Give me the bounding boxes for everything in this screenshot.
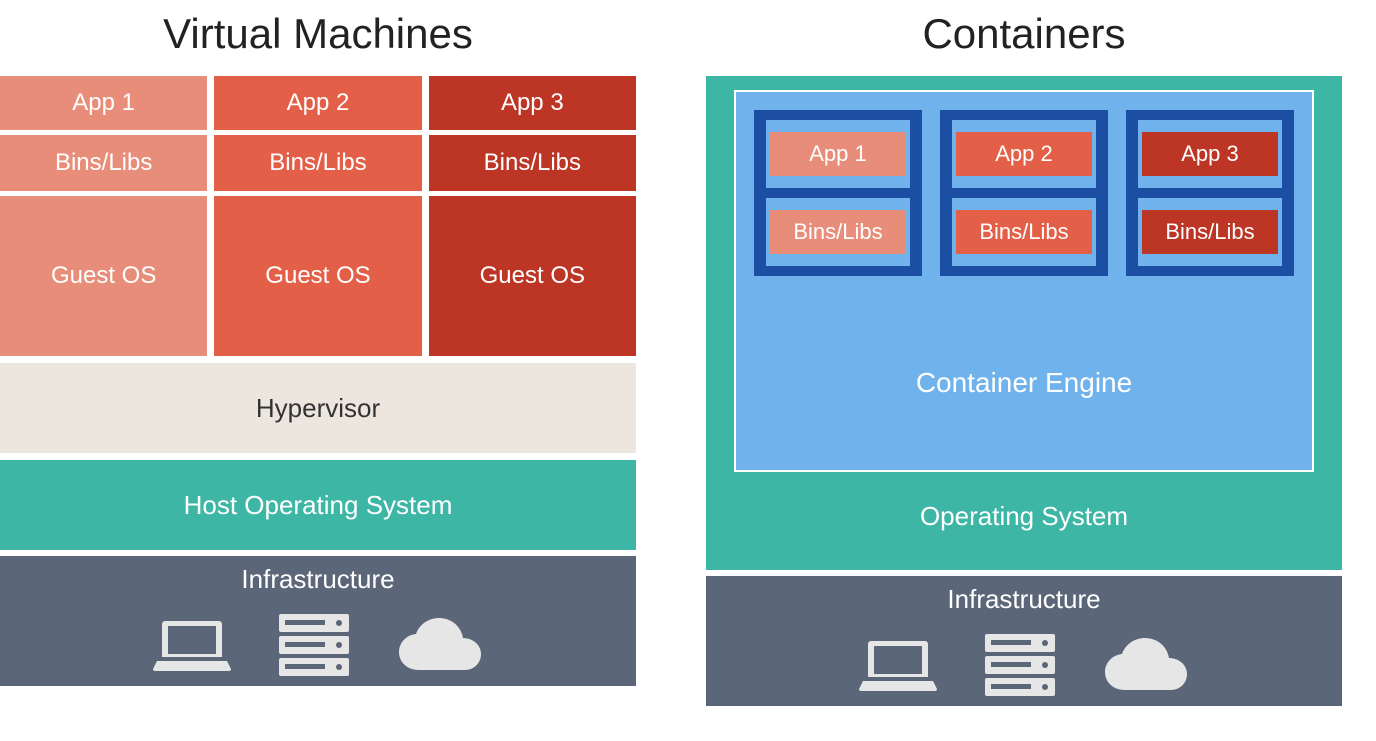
container-1: App 1 Bins/Libs (754, 110, 922, 276)
container-engine-box: App 1 Bins/Libs App 2 Bins/Libs (734, 90, 1314, 472)
server-icon (985, 634, 1055, 696)
ct-libs-3: Bins/Libs (1142, 210, 1278, 254)
cloud-icon (397, 618, 483, 672)
vm-diagram: Virtual Machines App 1 App 2 App 3 Bins/… (0, 10, 636, 706)
laptop-icon (153, 617, 231, 673)
container-engine-label: Container Engine (754, 276, 1294, 460)
vm-guest-os-1: Guest OS (0, 196, 207, 356)
laptop-icon (859, 637, 937, 693)
ct-libs-2: Bins/Libs (956, 210, 1092, 254)
vm-title: Virtual Machines (0, 10, 636, 58)
vm-app-3: App 3 (429, 76, 636, 130)
cloud-icon (1103, 638, 1189, 692)
ct-operating-system: Operating System (734, 472, 1314, 560)
ct-infrastructure: Infrastructure (706, 576, 1342, 706)
ct-app-3: App 3 (1142, 132, 1278, 176)
vm-libs-1: Bins/Libs (0, 135, 207, 191)
ct-app-1: App 1 (770, 132, 906, 176)
ct-infra-label: Infrastructure (947, 584, 1100, 615)
container-diagram: Containers App 1 Bins/Libs App (706, 10, 1342, 706)
container-3: App 3 Bins/Libs (1126, 110, 1294, 276)
vm-guest-os-3: Guest OS (429, 196, 636, 356)
ct-libs-1: Bins/Libs (770, 210, 906, 254)
vm-libs-3: Bins/Libs (429, 135, 636, 191)
container-2: App 2 Bins/Libs (940, 110, 1108, 276)
vm-guest-os-2: Guest OS (214, 196, 421, 356)
vm-hypervisor: Hypervisor (0, 363, 636, 453)
vm-libs-2: Bins/Libs (214, 135, 421, 191)
ct-title: Containers (706, 10, 1342, 58)
server-icon (279, 614, 349, 676)
ct-app-2: App 2 (956, 132, 1092, 176)
vm-infrastructure: Infrastructure (0, 556, 636, 686)
vm-app-1: App 1 (0, 76, 207, 130)
vm-host-os: Host Operating System (0, 460, 636, 550)
vm-infra-label: Infrastructure (241, 564, 394, 595)
vm-app-2: App 2 (214, 76, 421, 130)
